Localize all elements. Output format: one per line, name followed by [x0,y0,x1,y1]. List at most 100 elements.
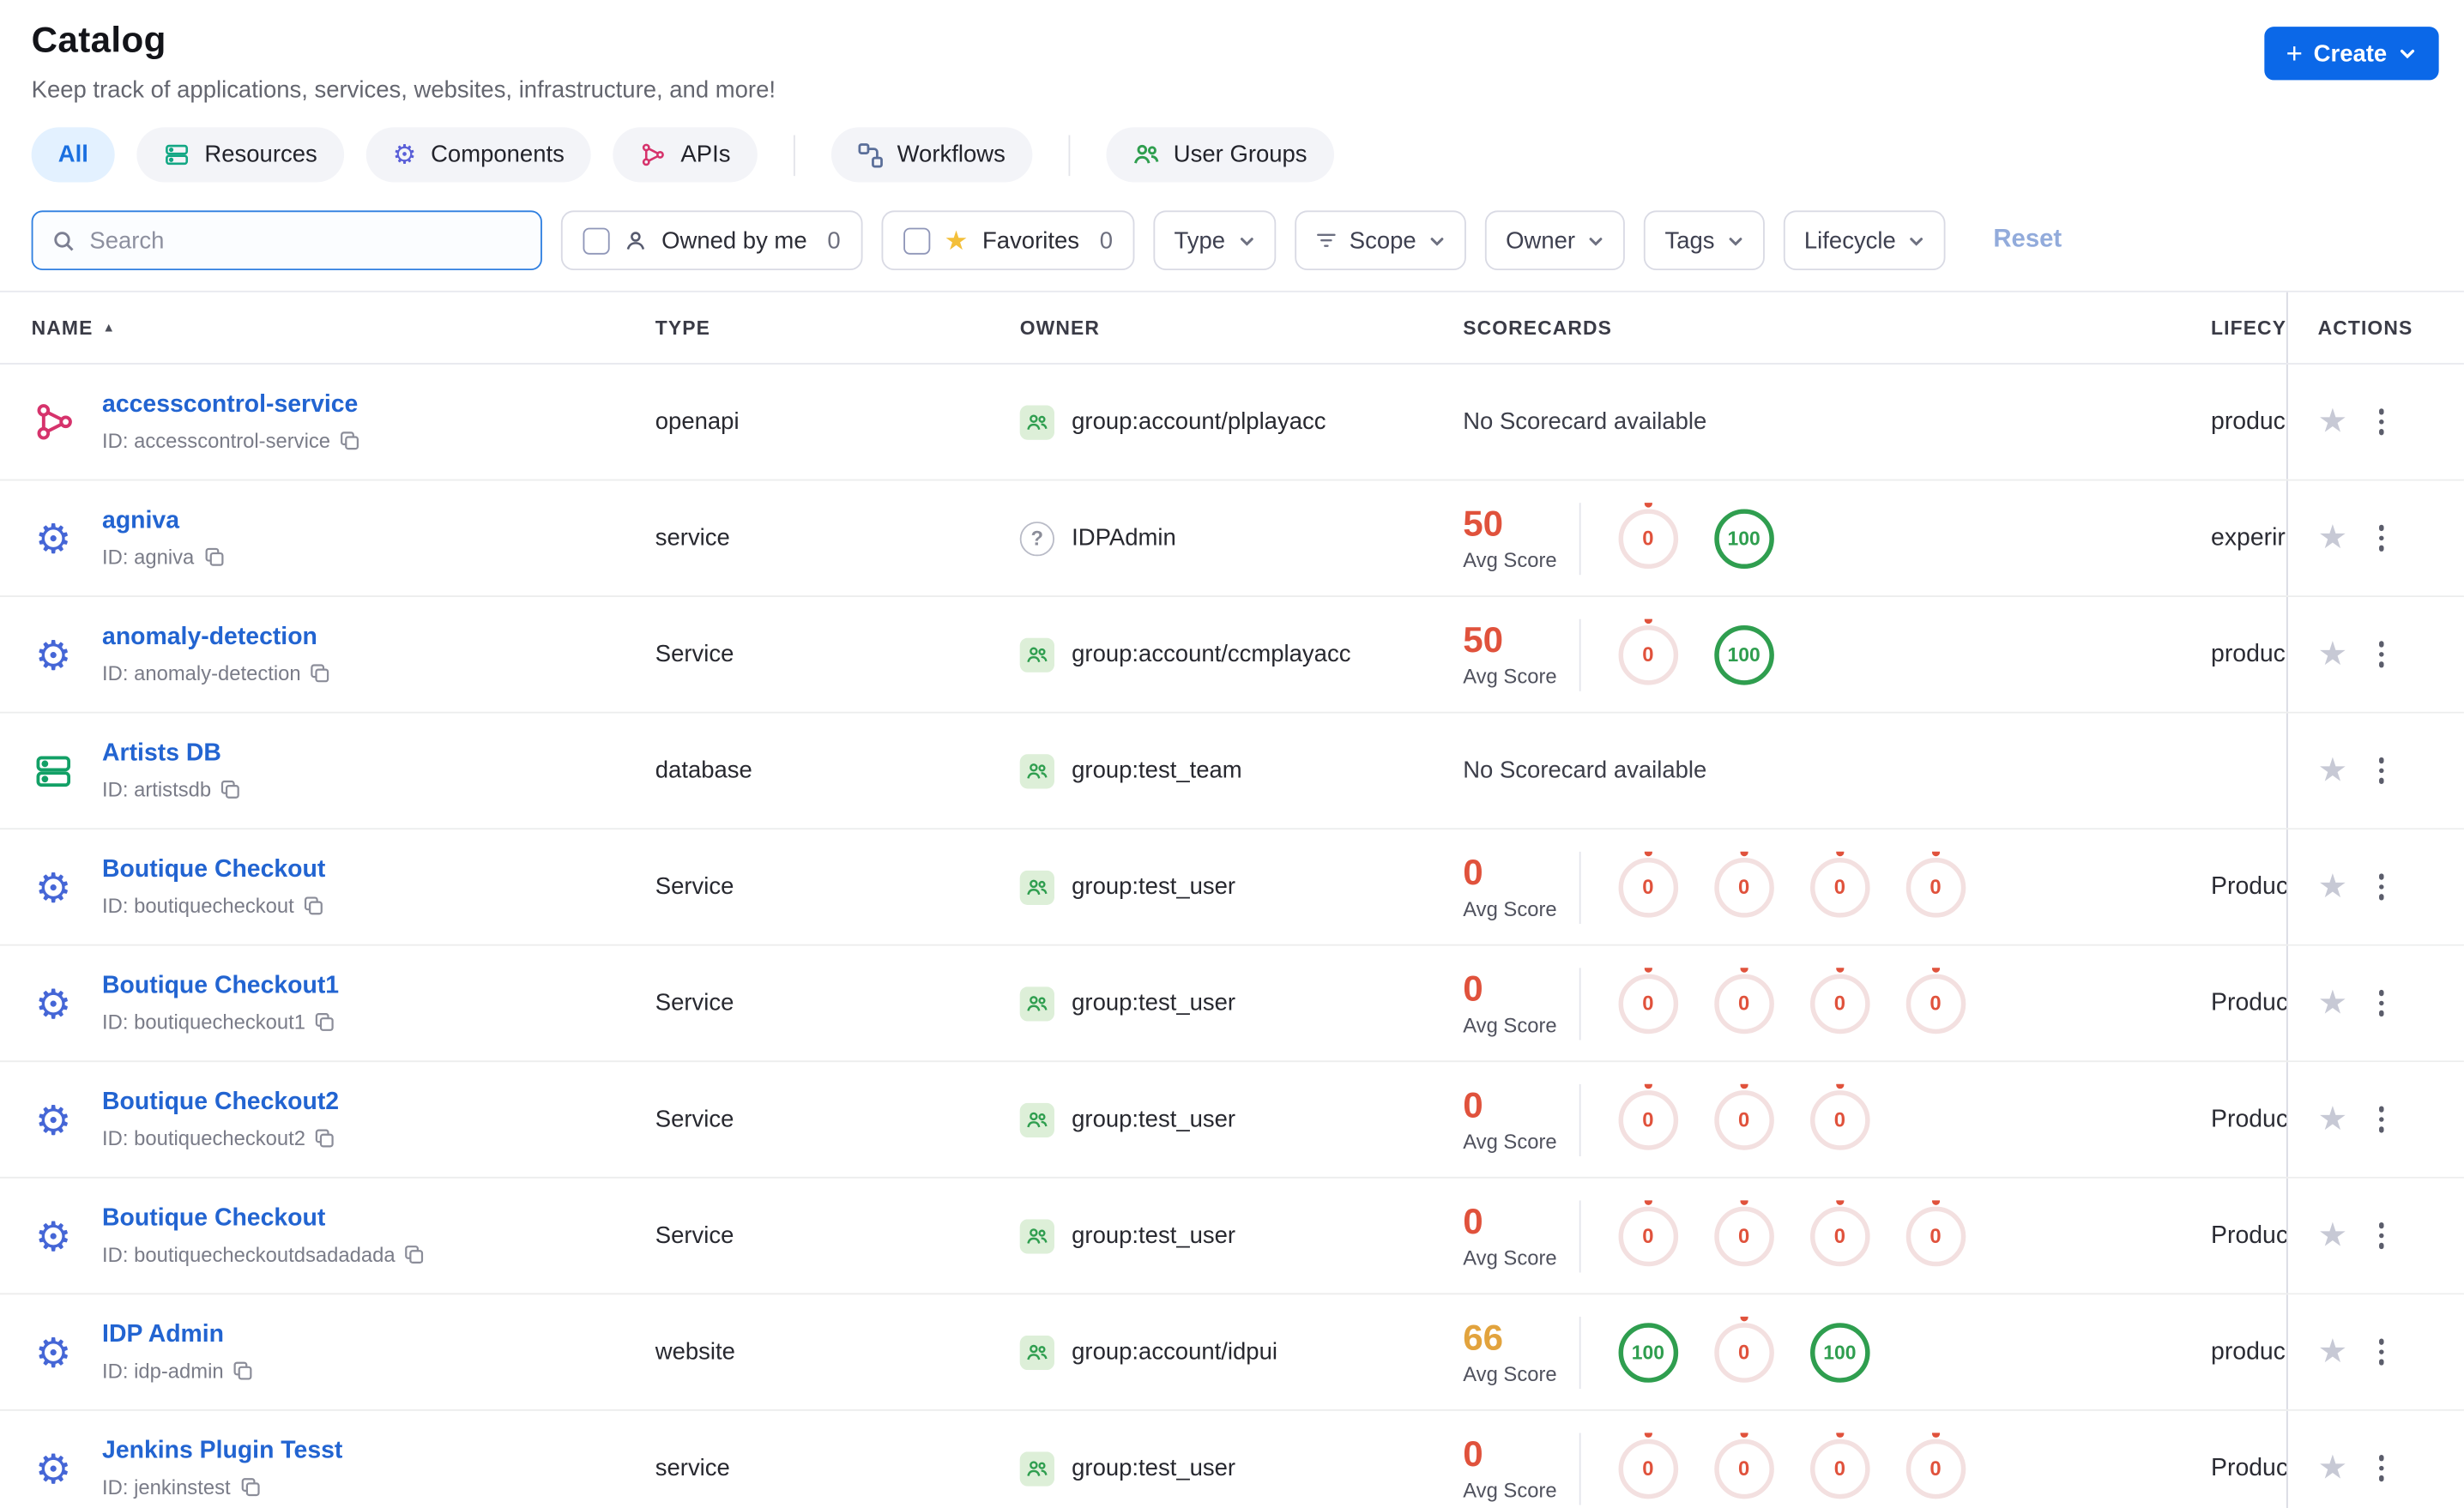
kebab-menu-icon[interactable] [2374,1334,2389,1369]
search-input[interactable] [89,226,522,254]
favorite-star-icon[interactable]: ★ [2318,406,2347,438]
scorecard-circle[interactable]: 0 [1618,857,1678,917]
scorecard-circle[interactable]: 0 [1713,1322,1774,1382]
avg-score-value: 50 [1463,618,1504,660]
tab-apis[interactable]: APIs [613,127,758,183]
lifecycle-cell: produc [2211,1337,2286,1365]
copy-icon[interactable] [304,896,324,916]
scorecard-circle[interactable]: 100 [1713,624,1774,685]
favorite-star-icon[interactable]: ★ [2318,986,2347,1019]
scorecard-circle[interactable]: 0 [1809,1438,1870,1499]
scorecards-cell: No Scorecard available [1432,408,2211,435]
scorecard-circle[interactable]: 0 [1713,857,1774,917]
tab-separator [1068,134,1070,176]
copy-icon[interactable] [240,1477,261,1498]
lifecycle-dropdown[interactable]: Lifecycle [1784,210,1947,271]
scorecard-circle[interactable]: 0 [1809,1205,1870,1266]
avg-score-label: Avg Score [1463,665,1557,689]
entity-name-link[interactable]: Boutique Checkout2 [102,1089,339,1115]
table-row: ⚙ Boutique Checkout2 ID: boutiquecheckou… [0,1062,2464,1179]
scorecard-circle[interactable]: 0 [1618,624,1678,685]
copy-icon[interactable] [315,1128,335,1149]
scorecard-circle[interactable]: 0 [1713,1205,1774,1266]
tab-components[interactable]: ⚙ Components [365,127,592,183]
avg-score-label: Avg Score [1463,897,1557,921]
favorite-star-icon[interactable]: ★ [2318,1103,2347,1136]
favorites-checkbox[interactable] [903,226,931,254]
owner-dropdown[interactable]: Owner [1485,210,1626,271]
owned-by-me-checkbox[interactable] [583,226,610,254]
kebab-menu-icon[interactable] [2374,869,2389,904]
scope-dropdown[interactable]: Scope [1294,210,1467,271]
tab-workflows[interactable]: Workflows [830,127,1032,183]
favorites-filter[interactable]: ★ Favorites 0 [881,210,1135,271]
kebab-menu-icon[interactable] [2374,1451,2389,1486]
kebab-menu-icon[interactable] [2374,636,2389,672]
scorecard-circle[interactable]: 0 [1618,1205,1678,1266]
entity-name-link[interactable]: Boutique Checkout [102,1205,325,1232]
copy-icon[interactable] [203,546,224,567]
kebab-menu-icon[interactable] [2374,753,2389,788]
scorecard-circle[interactable]: 100 [1618,1322,1678,1382]
copy-icon[interactable] [315,1012,335,1033]
scorecard-circle[interactable]: 0 [1905,1438,1966,1499]
scorecard-circle[interactable]: 0 [1618,973,1678,1034]
favorite-star-icon[interactable]: ★ [2318,1336,2347,1368]
copy-icon[interactable] [405,1245,426,1265]
entity-id: ID: idp-admin [102,1359,224,1383]
scorecard-circle[interactable]: 0 [1713,973,1774,1034]
scorecard-circle[interactable]: 0 [1618,1438,1678,1499]
reset-filters-link[interactable]: Reset [1993,226,2062,255]
entity-name-link[interactable]: Boutique Checkout1 [102,973,339,999]
entity-name-link[interactable]: IDP Admin [102,1321,224,1348]
scorecard-circle[interactable]: 100 [1809,1322,1870,1382]
entity-name-link[interactable]: accesscontrol-service [102,391,358,418]
tab-user-groups[interactable]: User Groups [1106,127,1334,183]
copy-icon[interactable] [311,663,331,684]
entity-name-link[interactable]: Boutique Checkout [102,856,325,883]
type-dropdown[interactable]: Type [1153,210,1276,271]
tab-all[interactable]: All [31,127,116,183]
copy-icon[interactable] [220,779,241,799]
entity-name-link[interactable]: agniva [102,508,179,534]
kebab-menu-icon[interactable] [2374,521,2389,556]
scorecard-circle[interactable]: 0 [1809,1089,1870,1149]
kebab-menu-icon[interactable] [2374,1218,2389,1253]
scorecard-circle[interactable]: 0 [1713,1438,1774,1499]
avg-score-label: Avg Score [1463,1130,1557,1154]
favorite-star-icon[interactable]: ★ [2318,1451,2347,1484]
group-icon [1019,1101,1055,1137]
tags-dropdown[interactable]: Tags [1644,210,1766,271]
entity-name-link[interactable]: anomaly-detection [102,624,317,650]
favorite-star-icon[interactable]: ★ [2318,522,2347,554]
copy-icon[interactable] [340,431,360,451]
favorite-star-icon[interactable]: ★ [2318,1219,2347,1252]
kebab-menu-icon[interactable] [2374,986,2389,1021]
favorite-star-icon[interactable]: ★ [2318,754,2347,787]
owned-by-me-filter[interactable]: Owned by me 0 [560,210,863,271]
kebab-menu-icon[interactable] [2374,1101,2389,1137]
scorecard-circle[interactable]: 0 [1809,857,1870,917]
scorecard-circle[interactable]: 0 [1618,508,1678,569]
scorecard-circle[interactable]: 0 [1905,857,1966,917]
table-row: ⚙ Jenkins Plugin Tesst ID: jenkinstest s… [0,1410,2464,1508]
entity-name-link[interactable]: Jenkins Plugin Tesst [102,1438,342,1464]
score-divider [1579,967,1581,1040]
create-button[interactable]: + Create [2263,27,2439,81]
entity-name-link[interactable]: Artists DB [102,740,221,767]
avg-score-value: 66 [1463,1316,1504,1358]
entity-id: ID: boutiquecheckout2 [102,1126,306,1150]
favorite-star-icon[interactable]: ★ [2318,871,2347,903]
scorecard-circle[interactable]: 0 [1618,1089,1678,1149]
copy-icon[interactable] [233,1360,254,1381]
column-header-name[interactable]: NAME ▲ [0,317,624,339]
scorecard-circle[interactable]: 100 [1713,508,1774,569]
scorecard-circle[interactable]: 0 [1905,1205,1966,1266]
lifecycle-cell: Produc [2211,1221,2286,1249]
tab-resources[interactable]: Resources [136,127,344,183]
scorecard-circle[interactable]: 0 [1809,973,1870,1034]
kebab-menu-icon[interactable] [2374,404,2389,439]
scorecard-circle[interactable]: 0 [1713,1089,1774,1149]
scorecard-circle[interactable]: 0 [1905,973,1966,1034]
favorite-star-icon[interactable]: ★ [2318,638,2347,671]
